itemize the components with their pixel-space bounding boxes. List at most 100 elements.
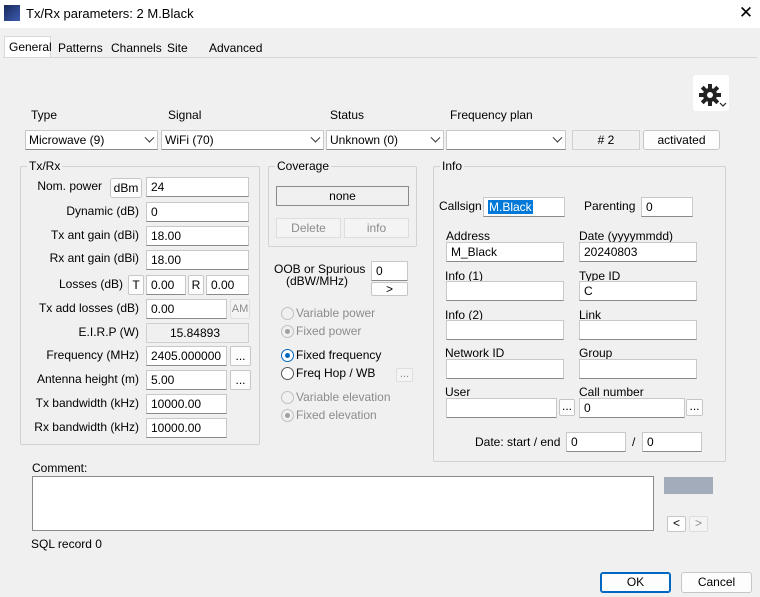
variable-power-radio[interactable] — [281, 307, 294, 320]
callsign-value: M.Black — [488, 200, 533, 214]
fixed-elevation-label: Fixed elevation — [296, 408, 377, 422]
variable-elevation-radio[interactable] — [281, 391, 294, 404]
chevron-down-icon — [310, 132, 321, 143]
info-group-label: Info — [440, 159, 465, 173]
tab-patterns[interactable]: Patterns — [53, 37, 108, 57]
date-label: Date (yyyymmdd) — [579, 229, 674, 243]
user-label: User — [445, 385, 471, 399]
type-select[interactable]: Microwave (9) — [25, 130, 158, 150]
frequency-plan-label: Frequency plan — [450, 108, 533, 122]
coverage-value: none — [276, 186, 409, 206]
tx-gain-label: Tx ant gain (dBi) — [50, 228, 139, 242]
fixed-power-radio[interactable] — [281, 325, 294, 338]
antenna-height-ellipsis-button[interactable]: ... — [230, 370, 251, 390]
coverage-group-label: Coverage — [275, 159, 332, 173]
activated-button[interactable]: activated — [643, 130, 720, 150]
losses-r-input[interactable]: 0.00 — [206, 275, 249, 295]
antenna-height-input[interactable]: 5.00 — [146, 370, 227, 390]
txrx-group-label: Tx/Rx — [27, 159, 63, 173]
fixed-elevation-radio[interactable] — [281, 409, 294, 422]
group-input[interactable] — [579, 359, 697, 379]
signal-select-value: WiFi (70) — [165, 133, 214, 147]
date-input[interactable]: 20240803 — [579, 242, 697, 262]
coverage-delete-button[interactable]: Delete — [276, 218, 341, 238]
address-input[interactable]: M_Black — [446, 242, 564, 262]
date-range-label: Date: start / end — [475, 435, 561, 449]
link-input[interactable] — [579, 320, 697, 340]
fixed-frequency-radio[interactable] — [281, 349, 294, 362]
oob-unit-label: (dBW/MHz) — [286, 274, 348, 288]
comment-textarea[interactable] — [32, 476, 654, 531]
chevron-down-icon — [144, 132, 155, 143]
nom-power-unit-button[interactable]: dBm — [110, 178, 142, 198]
info1-input[interactable] — [446, 281, 564, 301]
status-select[interactable]: Unknown (0) — [326, 130, 444, 150]
user-input[interactable] — [446, 398, 557, 418]
sql-record-label: SQL record 0 — [31, 537, 102, 551]
call-number-label: Call number — [579, 385, 644, 399]
losses-t-button[interactable]: T — [128, 275, 144, 295]
group-label: Group — [579, 346, 613, 360]
tx-bandwidth-label: Tx bandwidth (kHz) — [35, 396, 139, 410]
type-select-value: Microwave (9) — [29, 133, 105, 147]
am-button[interactable]: AM — [230, 299, 250, 319]
tx-gain-input[interactable]: 18.00 — [146, 226, 249, 246]
app-icon — [4, 5, 20, 21]
tab-general[interactable]: General — [4, 36, 52, 58]
type-label: Type — [31, 108, 58, 122]
tx-add-losses-input[interactable]: 0.00 — [146, 299, 227, 319]
close-icon[interactable]: ✕ — [736, 2, 756, 24]
signal-label: Signal — [168, 108, 202, 122]
parenting-input[interactable]: 0 — [641, 197, 693, 217]
comment-label: Comment: — [32, 461, 88, 475]
rx-gain-label: Rx ant gain (dBi) — [49, 251, 139, 265]
date-separator: / — [632, 435, 636, 449]
tab-advanced[interactable]: Advanced — [204, 37, 267, 57]
next-button[interactable]: > — [689, 516, 708, 532]
frequency-plan-select[interactable] — [446, 130, 566, 150]
signal-select[interactable]: WiFi (70) — [161, 130, 324, 150]
color-swatch[interactable] — [664, 477, 713, 494]
freq-hop-ellipsis-button[interactable]: ... — [396, 368, 413, 382]
rx-bandwidth-input[interactable]: 10000.00 — [146, 418, 227, 438]
variable-elevation-label: Variable elevation — [296, 390, 391, 404]
type-id-input[interactable]: C — [579, 281, 697, 301]
window-title: Tx/Rx parameters: 2 M.Black — [26, 6, 194, 21]
frequency-input[interactable]: 2405.000000 — [146, 346, 227, 366]
tx-bandwidth-input[interactable]: 10000.00 — [146, 394, 227, 414]
user-ellipsis-button[interactable]: ... — [559, 399, 575, 416]
date-start-input[interactable]: 0 — [566, 432, 626, 452]
dynamic-input[interactable]: 0 — [146, 202, 249, 222]
network-id-label: Network ID — [445, 346, 505, 360]
chevron-down-icon — [552, 132, 563, 143]
tab-site[interactable]: Site — [162, 37, 193, 57]
address-label: Address — [446, 229, 491, 243]
frequency-ellipsis-button[interactable]: ... — [230, 346, 251, 366]
antenna-height-label: Antenna height (m) — [36, 372, 139, 386]
freq-hop-radio[interactable] — [281, 367, 294, 380]
losses-r-button[interactable]: R — [188, 275, 204, 295]
settings-button[interactable] — [693, 75, 729, 111]
info2-input[interactable] — [446, 320, 564, 340]
ok-button[interactable]: OK — [600, 572, 671, 593]
callsign-input[interactable]: M.Black — [483, 197, 565, 217]
oob-input[interactable]: 0 — [371, 261, 408, 281]
oob-arrow-button[interactable]: > — [371, 282, 408, 296]
rx-bandwidth-label: Rx bandwidth (kHz) — [34, 420, 139, 434]
nom-power-input[interactable]: 24 — [146, 177, 249, 197]
gear-icon — [699, 84, 727, 107]
call-number-ellipsis-button[interactable]: ... — [686, 399, 703, 416]
losses-t-input[interactable]: 0.00 — [146, 275, 186, 295]
prev-button[interactable]: < — [667, 516, 686, 532]
rx-gain-input[interactable]: 18.00 — [146, 250, 249, 270]
call-number-input[interactable]: 0 — [579, 398, 685, 418]
coverage-info-button[interactable]: info — [344, 218, 409, 238]
tab-channels[interactable]: Channels — [106, 37, 167, 57]
title-bar: Tx/Rx parameters: 2 M.Black ✕ — [0, 0, 760, 28]
cancel-button[interactable]: Cancel — [681, 572, 752, 593]
record-number: # 2 — [572, 130, 640, 150]
network-id-input[interactable] — [446, 359, 564, 379]
date-end-input[interactable]: 0 — [642, 432, 702, 452]
dynamic-label: Dynamic (dB) — [66, 204, 139, 218]
callsign-label: Callsign — [439, 199, 482, 213]
